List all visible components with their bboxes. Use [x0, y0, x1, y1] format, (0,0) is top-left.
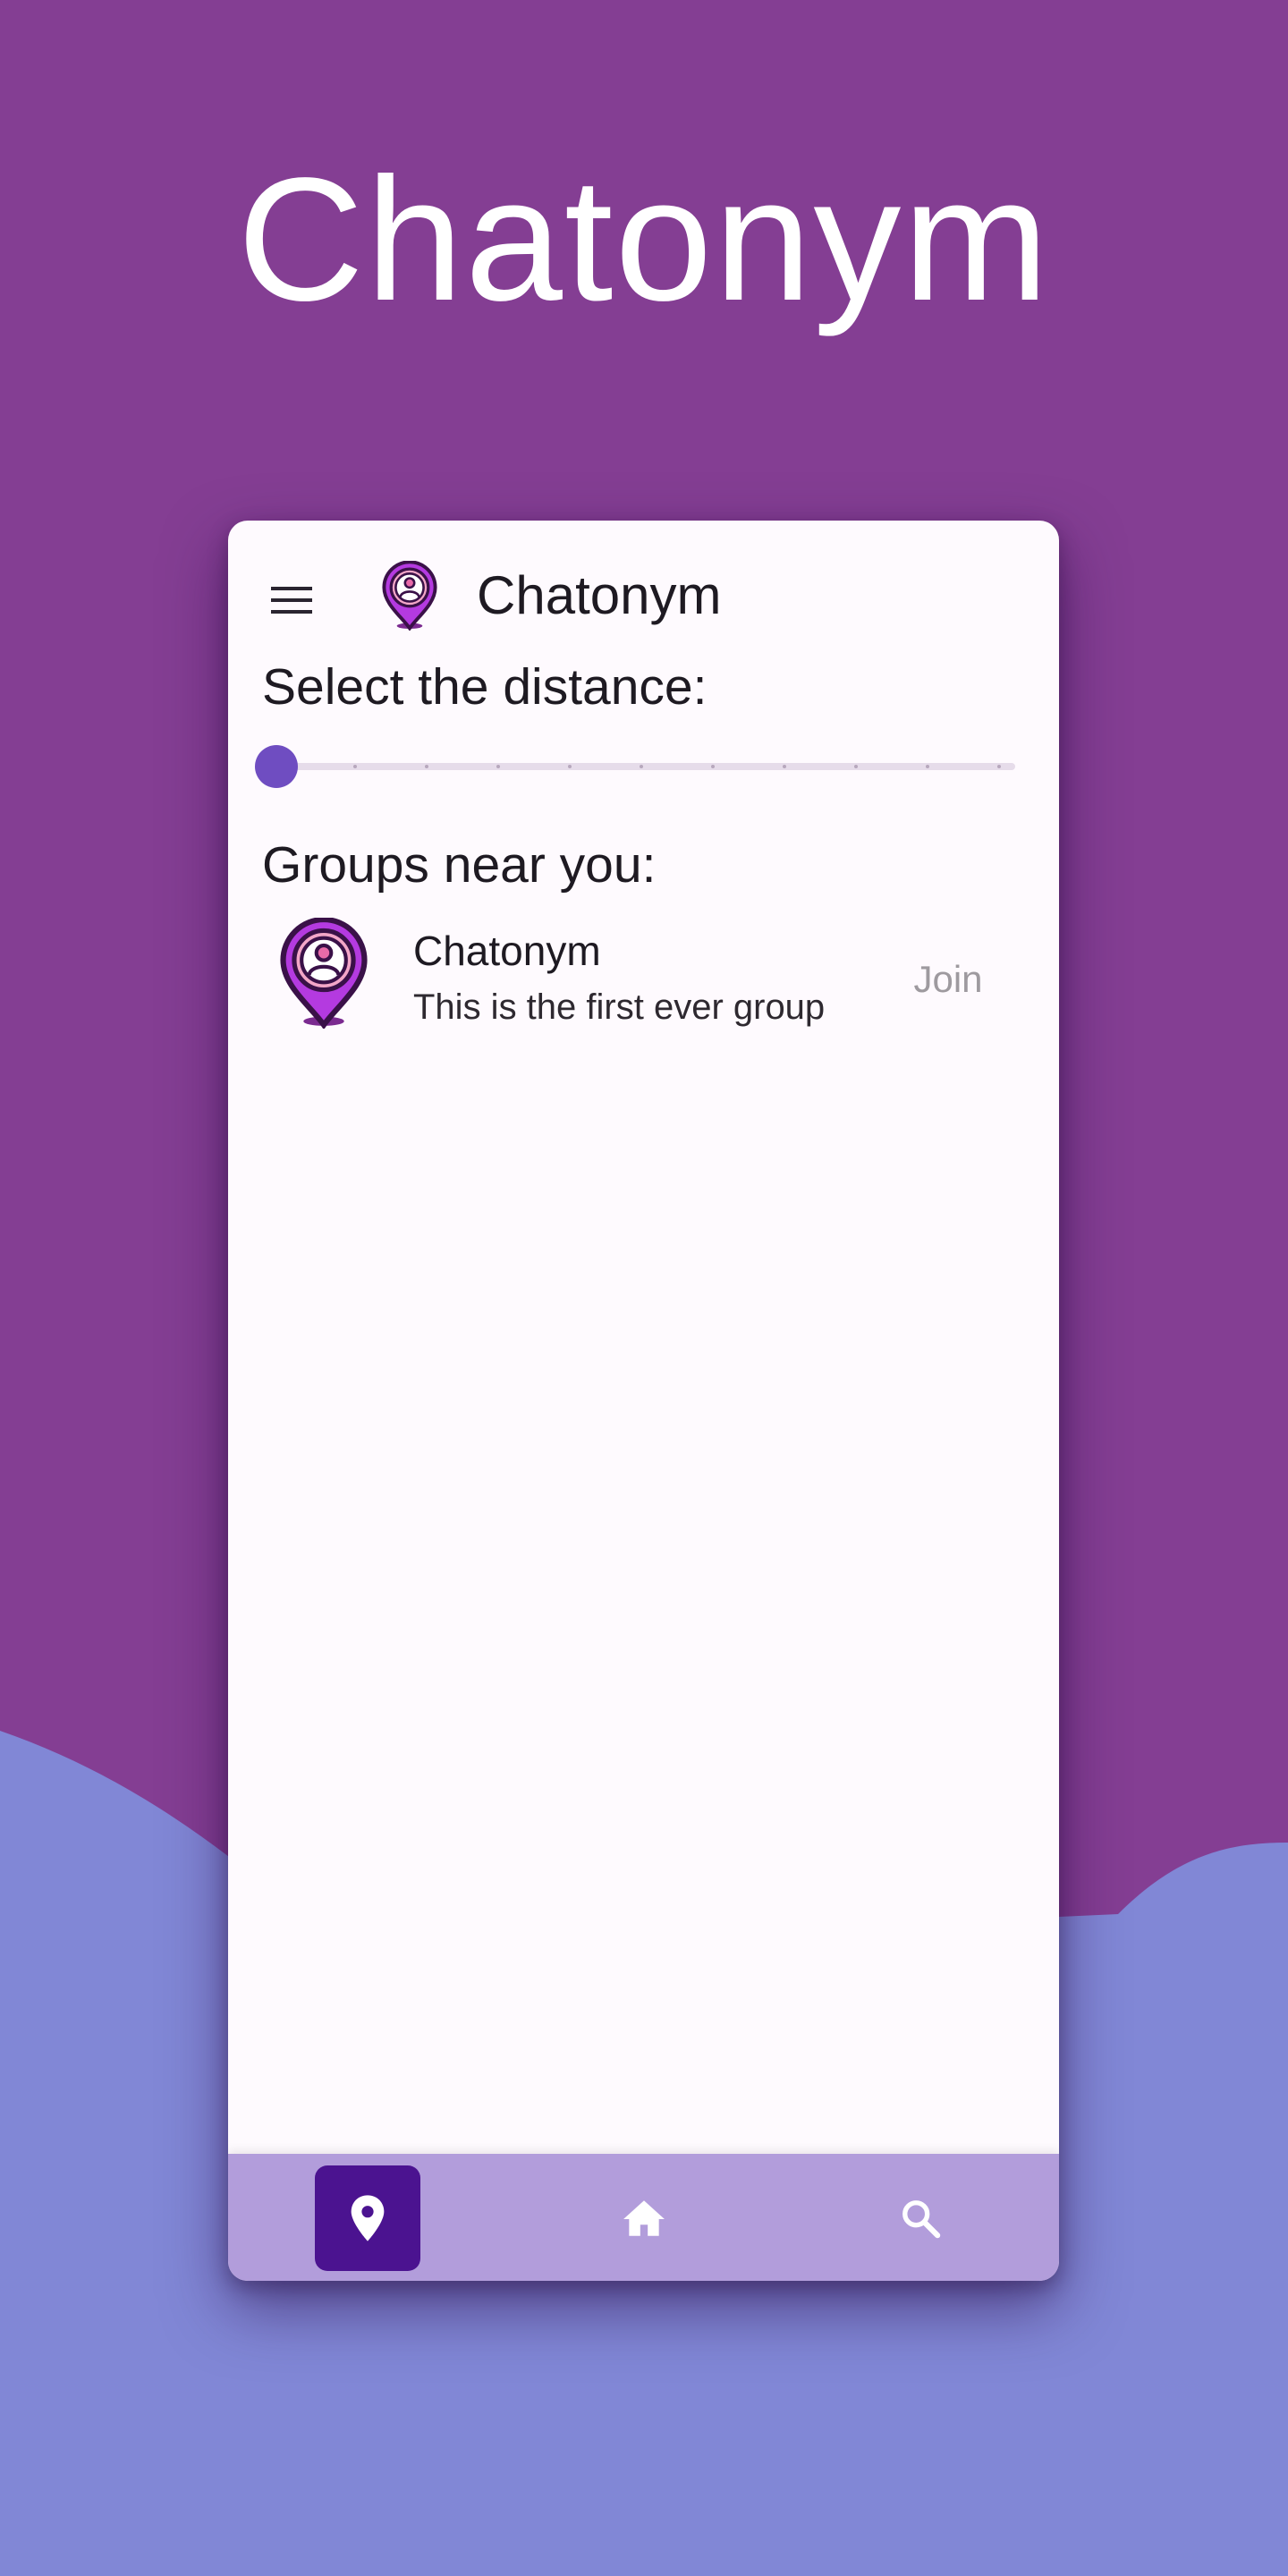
group-description: This is the first ever group — [413, 987, 826, 1027]
hamburger-menu-icon — [271, 587, 312, 614]
menu-button[interactable] — [251, 560, 332, 640]
group-name: Chatonym — [413, 928, 601, 974]
slider-tick — [711, 765, 715, 768]
slider-tick — [997, 765, 1001, 768]
nav-home[interactable] — [591, 2165, 697, 2271]
slider-tick — [496, 765, 500, 768]
slider-tick — [353, 765, 357, 768]
location-person-pin-icon — [382, 561, 437, 631]
slider-track — [273, 763, 1015, 770]
app-bar: Chatonym — [228, 521, 1059, 673]
search-icon — [902, 2200, 941, 2239]
distance-slider[interactable] — [255, 735, 1024, 798]
location-pin-icon — [351, 2195, 385, 2241]
distance-label: Select the distance: — [262, 658, 708, 716]
group-list-item[interactable]: Chatonym This is the first ever group Jo… — [228, 914, 1059, 1048]
app-title: Chatonym — [477, 565, 722, 625]
slider-tick — [425, 765, 428, 768]
hero-title: Chatonym — [237, 141, 1051, 337]
phone-screen: Chatonym Select the distance: Groups nea… — [228, 521, 1059, 2281]
location-person-pin-icon — [280, 918, 368, 1029]
slider-thumb[interactable] — [255, 745, 298, 788]
slider-tick — [783, 765, 786, 768]
home-icon — [623, 2200, 665, 2236]
slider-tick — [568, 765, 572, 768]
groups-label: Groups near you: — [262, 836, 657, 894]
slider-tick — [640, 765, 643, 768]
slider-tick — [926, 765, 929, 768]
slider-tick — [854, 765, 858, 768]
bottom-navigation — [228, 2154, 1059, 2281]
join-button[interactable]: Join — [890, 948, 1006, 1011]
nav-search[interactable] — [868, 2165, 973, 2271]
nav-nearby[interactable] — [315, 2165, 420, 2271]
